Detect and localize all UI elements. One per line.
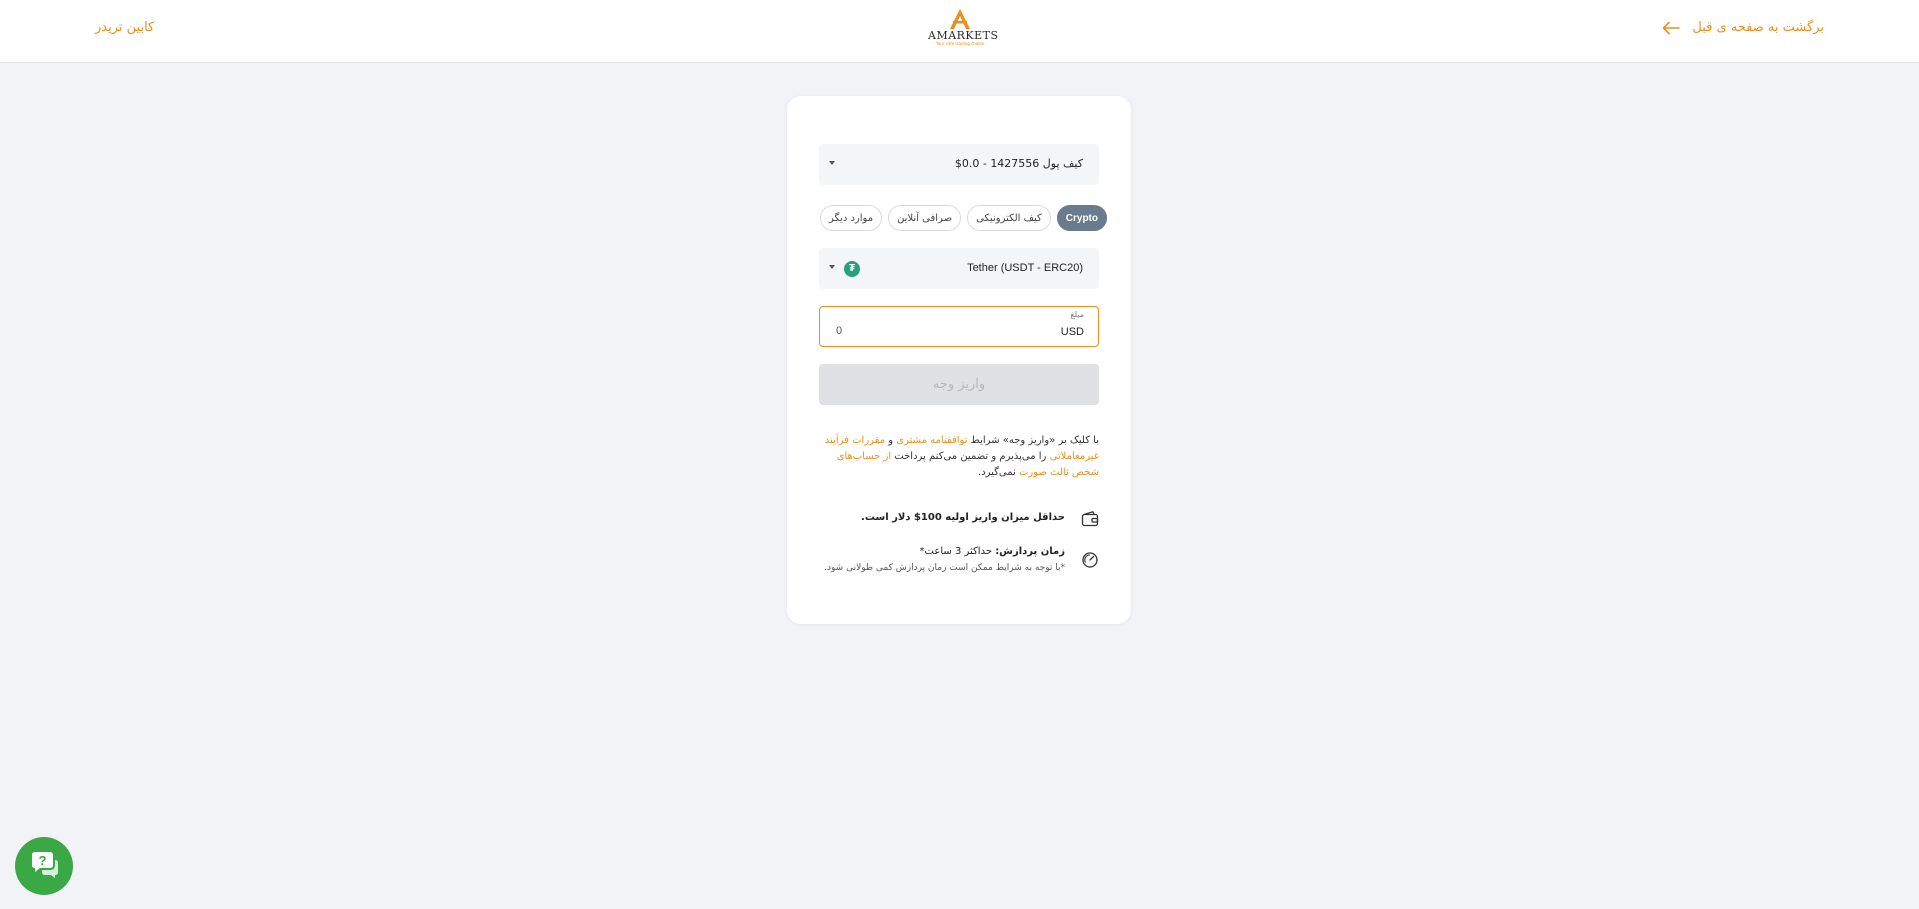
chat-help-icon: ?: [32, 852, 58, 878]
terms-part: را می‌پذیرم و تضمین می‌کنم پرداخت: [891, 451, 1050, 462]
svg-text:?: ?: [39, 853, 47, 868]
tab-other[interactable]: موارد دیگر: [820, 205, 883, 231]
back-link[interactable]: برگشت به صفحه ی قبل: [1662, 20, 1824, 35]
amount-currency: USD: [1060, 326, 1084, 338]
wallet-select[interactable]: کیف پول 1427556 - 0.0$: [819, 144, 1099, 185]
top-header: کابین تریدر AMARKETS Your safe trading c…: [0, 0, 1919, 63]
amarkets-logo[interactable]: AMARKETS Your safe trading choice: [928, 8, 999, 50]
processing-time-label: زمان پردازش:: [995, 546, 1065, 557]
terms-text: با کلیک بر «واریز وجه» شرایط توافقنامه م…: [819, 433, 1099, 481]
logo-tagline: Your safe trading choice: [935, 41, 985, 46]
tether-icon: ₮: [844, 261, 860, 277]
chevron-down-icon: [829, 265, 835, 269]
min-deposit-info: حداقل میزان واریز اولیه 100$ دلار است.: [819, 510, 1099, 530]
back-link-label: برگشت به صفحه ی قبل: [1692, 20, 1824, 35]
processing-time-value: حداکثر 3 ساعت*: [919, 546, 996, 557]
terms-part: با کلیک بر «واریز وجه» شرایط: [967, 435, 1099, 446]
arrow-left-icon: [1663, 21, 1681, 34]
support-chat-button[interactable]: ?: [15, 837, 73, 895]
payment-method-value: Tether (USDT - ERC20): [967, 262, 1083, 274]
amount-field[interactable]: مبلغ USD: [819, 306, 1099, 347]
speedometer-icon: [1082, 552, 1098, 568]
processing-note: *با توجه به شرایط ممکن است زمان پردازش ک…: [824, 563, 1065, 573]
payment-method-select[interactable]: Tether (USDT - ERC20) ₮: [819, 248, 1099, 289]
processing-time-text: زمان پردازش: حداکثر 3 ساعت*: [920, 546, 1065, 557]
amount-label: مبلغ: [1070, 310, 1084, 319]
min-deposit-text: حداقل میزان واریز اولیه 100$ دلار است.: [861, 512, 1065, 523]
terms-part: نمی‌گیرد.: [977, 467, 1019, 478]
tab-crypto[interactable]: Crypto: [1056, 205, 1107, 231]
wallet-select-value: کیف پول 1427556 - 0.0$: [954, 157, 1083, 170]
tab-e-wallet[interactable]: کیف الکترونیکی: [967, 205, 1051, 231]
amount-input[interactable]: [836, 323, 1016, 339]
tab-online-exchange[interactable]: صرافی آنلاین: [888, 205, 962, 231]
client-agreement-link[interactable]: توافقنامه مشتری: [896, 435, 967, 446]
wallet-icon: [1081, 511, 1099, 527]
terms-part: و: [885, 435, 897, 446]
deposit-card: کیف پول 1427556 - 0.0$ Crypto کیف الکترو…: [787, 96, 1131, 624]
payment-category-tabs: Crypto کیف الکترونیکی صرافی آنلاین موارد…: [820, 205, 1107, 231]
logo-wordmark: AMARKETS: [928, 29, 999, 42]
processing-time-info: زمان پردازش: حداکثر 3 ساعت* *با توجه به …: [819, 546, 1099, 582]
chevron-down-icon: [829, 161, 835, 165]
trader-cabinet-link[interactable]: کابین تریدر: [95, 20, 154, 35]
deposit-button[interactable]: واریز وجه: [819, 364, 1099, 405]
logo-a-icon: [950, 9, 970, 29]
